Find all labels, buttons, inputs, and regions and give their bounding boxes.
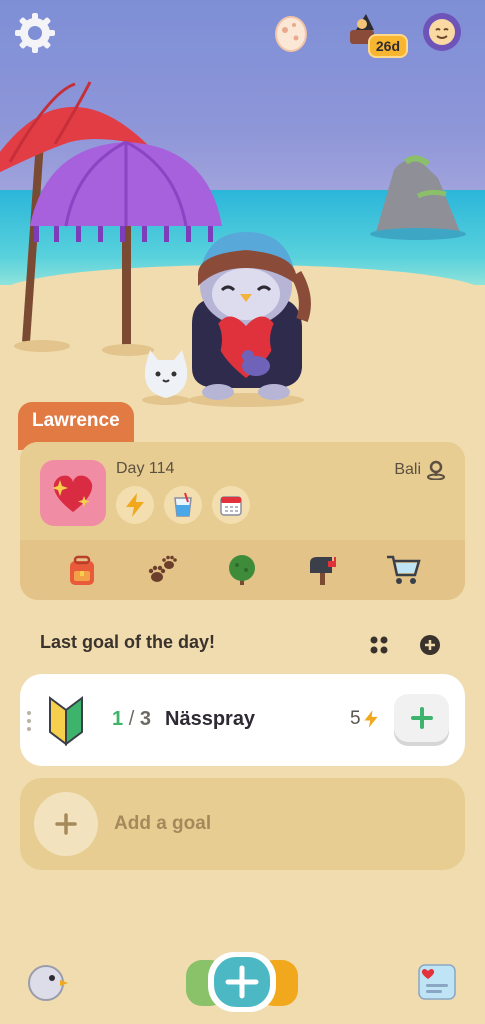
- journal-button[interactable]: [416, 962, 458, 1002]
- beginner-mark-icon: [49, 696, 83, 746]
- grid-icon: [370, 636, 388, 654]
- status-badges: [116, 486, 250, 524]
- goal-progress-separator: /: [128, 708, 135, 730]
- mailbox-button[interactable]: [303, 550, 343, 590]
- pets-button[interactable]: [142, 550, 182, 590]
- day-counter: Day 114: [116, 460, 175, 477]
- add-goal-circle: [34, 792, 98, 856]
- grid-view-button[interactable]: [368, 634, 390, 656]
- backpack-button[interactable]: [62, 550, 102, 590]
- goal-completed-count: 1: [112, 708, 124, 730]
- location[interactable]: Bali: [394, 460, 445, 480]
- goal-total-count: 3: [139, 708, 151, 730]
- beach-scene: [0, 0, 485, 430]
- rock-island: [370, 155, 466, 240]
- complete-goal-button[interactable]: [394, 694, 449, 742]
- love-button[interactable]: [40, 460, 106, 526]
- garden-button[interactable]: [222, 550, 262, 590]
- plus-circle-icon: [420, 635, 440, 655]
- drag-handle-icon[interactable]: [24, 710, 34, 732]
- settings-button[interactable]: [12, 10, 58, 56]
- streak-badge: 26d: [367, 34, 408, 58]
- goal-card[interactable]: 1 / 3 Nässpray 5: [20, 674, 465, 766]
- profile-nav: [20, 540, 465, 600]
- companion-button[interactable]: [26, 962, 68, 1004]
- tree-icon: [229, 555, 256, 585]
- water-glass-icon: [174, 492, 192, 517]
- schedule-badge[interactable]: [212, 486, 250, 524]
- goal-name: Nässpray: [165, 708, 256, 730]
- mailbox-icon: [309, 557, 336, 585]
- goals-section-title: Last goal of the day!: [40, 632, 216, 652]
- plus-icon: [410, 707, 433, 729]
- calendar-icon: [220, 496, 242, 516]
- streak-button[interactable]: 26d: [340, 10, 410, 60]
- egg-icon: [275, 16, 307, 52]
- shop-button[interactable]: [383, 550, 423, 590]
- gear-icon: [15, 13, 55, 53]
- bird-icon: [28, 965, 68, 1001]
- location-pin-icon: [427, 460, 445, 480]
- goal-energy-value: 5: [350, 708, 361, 729]
- lightning-icon: [126, 493, 144, 517]
- goal-progress: 1 / 3: [112, 708, 151, 731]
- profile-card: Day 114 Bali: [20, 442, 465, 600]
- lightning-icon: [364, 710, 378, 728]
- shopping-cart-icon: [386, 555, 421, 584]
- paw-prints-icon: [149, 555, 178, 582]
- energy-badge[interactable]: [116, 486, 154, 524]
- mood-icon: [423, 13, 461, 51]
- penguin-character: [188, 232, 311, 407]
- main-add-button[interactable]: [184, 950, 300, 1014]
- add-goal-header-button[interactable]: [418, 633, 442, 657]
- add-icon: [186, 952, 298, 1012]
- add-goal-button[interactable]: Add a goal: [20, 778, 465, 870]
- location-name: Bali: [394, 461, 421, 478]
- egg-button[interactable]: [272, 12, 310, 52]
- backpack-icon: [70, 555, 95, 585]
- add-goal-label: Add a goal: [114, 813, 212, 834]
- hydration-badge[interactable]: [164, 486, 202, 524]
- journal-icon: [418, 964, 456, 1000]
- plus-icon: [55, 813, 77, 835]
- goal-energy-reward: 5: [350, 708, 379, 730]
- sparkle-heart-icon: [52, 475, 93, 512]
- mood-button[interactable]: [420, 10, 464, 54]
